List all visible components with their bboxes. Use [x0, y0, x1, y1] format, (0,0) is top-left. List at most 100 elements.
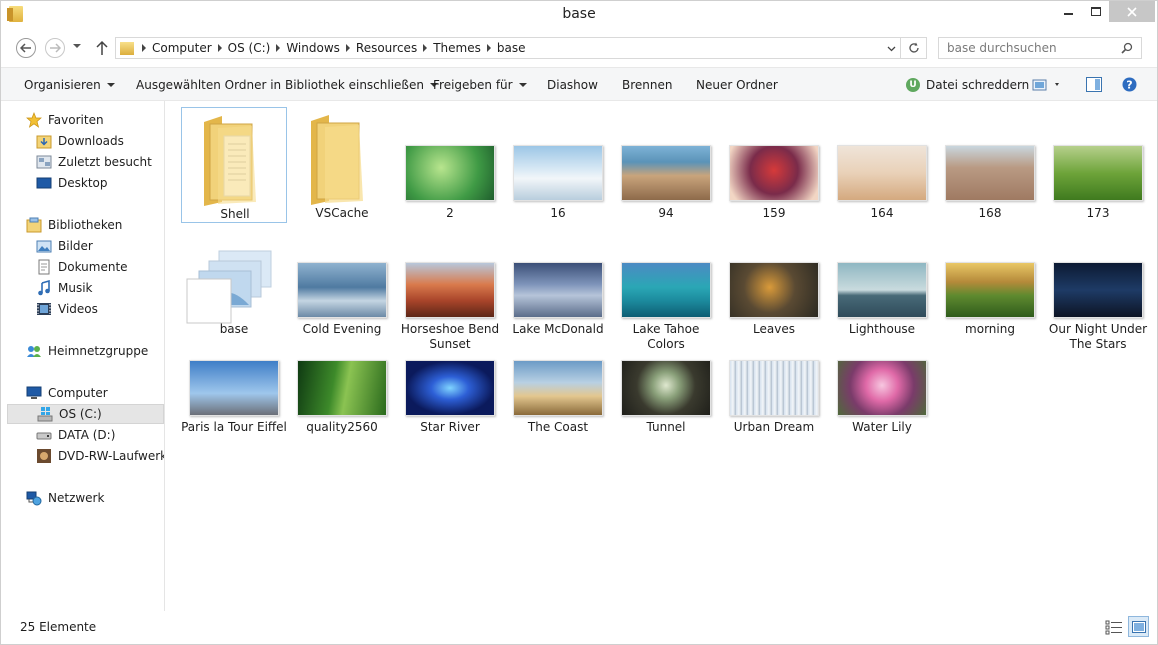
- image-item[interactable]: The Coast: [505, 345, 611, 455]
- breadcrumb-os[interactable]: OS (C:): [222, 41, 277, 55]
- sidebar-item-label: Netzwerk: [48, 491, 105, 505]
- burn-button[interactable]: Brennen: [622, 78, 672, 92]
- explorer-window: base Computer OS (C:) Windows Resources …: [0, 0, 1158, 645]
- recent-places-icon: [36, 155, 52, 169]
- sidebar-item-dvd[interactable]: DVD-RW-Laufwerk (: [7, 446, 164, 466]
- preview-pane-icon: [1086, 77, 1102, 92]
- sidebar-item-documents[interactable]: Dokumente: [7, 257, 164, 277]
- image-thumbnail: [1053, 145, 1143, 201]
- refresh-button[interactable]: [901, 37, 927, 59]
- shred-button[interactable]: U Datei schreddern: [906, 78, 1029, 92]
- folder-item[interactable]: Shell: [181, 107, 287, 223]
- breadcrumb-windows[interactable]: Windows: [280, 41, 346, 55]
- image-item[interactable]: 2: [397, 107, 503, 223]
- breadcrumb-base[interactable]: base: [491, 41, 532, 55]
- sidebar-item-label: Bibliotheken: [48, 218, 123, 232]
- image-item[interactable]: 164: [829, 107, 935, 223]
- organize-label: Organisieren: [24, 78, 101, 92]
- chevron-down-icon[interactable]: [887, 44, 896, 53]
- image-item[interactable]: 173: [1045, 107, 1151, 223]
- chevron-down-icon: [106, 83, 115, 87]
- image-item[interactable]: Tunnel: [613, 345, 719, 455]
- image-item[interactable]: Paris la Tour Eiffel: [181, 345, 287, 455]
- library-icon: [26, 217, 42, 233]
- recent-locations-dropdown[interactable]: [73, 44, 81, 48]
- image-thumbnail: [513, 360, 603, 416]
- image-item[interactable]: Star River: [397, 345, 503, 455]
- arrow-right-icon: [50, 43, 61, 53]
- image-item[interactable]: 16: [505, 107, 611, 223]
- search-input[interactable]: base durchsuchen: [938, 37, 1142, 59]
- image-item[interactable]: Leaves: [721, 247, 827, 357]
- image-item[interactable]: Water Lily: [829, 345, 935, 455]
- sidebar-item-label: Computer: [48, 386, 108, 400]
- include-library-menu[interactable]: Ausgewählten Ordner in Bibliothek einsch…: [136, 78, 438, 92]
- close-button[interactable]: [1109, 1, 1155, 22]
- navigation-pane: Favoriten Downloads Zuletzt besucht Desk…: [7, 101, 165, 611]
- folder-item[interactable]: VSCache: [289, 107, 395, 223]
- sidebar-item-recent[interactable]: Zuletzt besucht: [7, 152, 164, 172]
- sidebar-item-libraries[interactable]: Bibliotheken: [7, 215, 164, 235]
- desktop-icon: [36, 177, 52, 189]
- image-item[interactable]: 168: [937, 107, 1043, 223]
- forward-button[interactable]: [45, 38, 65, 58]
- image-thumbnail: [729, 262, 819, 318]
- breadcrumb-computer[interactable]: Computer: [146, 41, 218, 55]
- details-view-icon[interactable]: [1105, 619, 1123, 635]
- breadcrumb-themes[interactable]: Themes: [427, 41, 487, 55]
- image-item[interactable]: Urban Dream: [721, 345, 827, 455]
- sidebar-item-desktop[interactable]: Desktop: [7, 173, 164, 193]
- image-item[interactable]: 159: [721, 107, 827, 223]
- sidebar-item-pictures[interactable]: Bilder: [7, 236, 164, 256]
- sidebar-item-music[interactable]: Musik: [7, 278, 164, 298]
- share-menu[interactable]: Freigeben für: [433, 78, 527, 92]
- address-bar[interactable]: Computer OS (C:) Windows Resources Theme…: [115, 37, 901, 59]
- arrow-up-icon[interactable]: [94, 39, 110, 57]
- sidebar-item-data[interactable]: DATA (D:): [7, 425, 164, 445]
- folder-icon: [204, 116, 256, 206]
- minimize-button[interactable]: [1055, 1, 1081, 22]
- maximize-button[interactable]: [1083, 1, 1109, 22]
- item-label: Shell: [220, 207, 250, 221]
- sidebar-item-label: Heimnetzgruppe: [48, 344, 149, 358]
- image-thumbnail: [405, 262, 495, 318]
- item-label: quality2560: [306, 420, 378, 434]
- sidebar-item-favorites[interactable]: Favoriten: [7, 110, 164, 130]
- image-item[interactable]: Cold Evening: [289, 247, 395, 357]
- help-button[interactable]: ?: [1122, 77, 1137, 95]
- new-folder-button[interactable]: Neuer Ordner: [696, 78, 778, 92]
- image-thumbnail: [405, 145, 495, 201]
- sidebar-item-homegroup[interactable]: Heimnetzgruppe: [7, 341, 164, 361]
- organize-menu[interactable]: Organisieren: [24, 78, 115, 92]
- sidebar-item-videos[interactable]: Videos: [7, 299, 164, 319]
- image-item[interactable]: morning: [937, 247, 1043, 357]
- sidebar-item-os[interactable]: OS (C:): [7, 404, 164, 424]
- window-title: base: [562, 6, 596, 22]
- image-thumbnail: [297, 262, 387, 318]
- status-bar: 25 Elemente: [1, 611, 1157, 644]
- image-item[interactable]: 94: [613, 107, 719, 223]
- search-icon[interactable]: [1121, 42, 1133, 54]
- arrow-left-icon: [20, 43, 31, 53]
- preview-pane-button[interactable]: [1086, 77, 1102, 95]
- sidebar-item-computer[interactable]: Computer: [7, 383, 164, 403]
- sidebar-item-network[interactable]: Netzwerk: [7, 488, 164, 508]
- change-view-button[interactable]: [1032, 79, 1062, 94]
- image-item[interactable]: Lighthouse: [829, 247, 935, 357]
- slideshow-button[interactable]: Diashow: [547, 78, 598, 92]
- back-button[interactable]: [16, 38, 36, 58]
- image-item[interactable]: Our Night Under The Stars: [1045, 247, 1151, 357]
- image-thumbnail: [621, 360, 711, 416]
- include-library-label: Ausgewählten Ordner in Bibliothek einsch…: [136, 78, 424, 92]
- image-item[interactable]: Horseshoe Bend Sunset: [397, 247, 503, 357]
- image-item[interactable]: quality2560: [289, 345, 395, 455]
- image-item[interactable]: Lake McDonald: [505, 247, 611, 357]
- item-label: 2: [446, 206, 454, 220]
- item-label: Cold Evening: [302, 322, 382, 336]
- image-item[interactable]: Lake Tahoe Colors: [613, 247, 719, 357]
- folder-item[interactable]: base: [181, 247, 287, 357]
- large-icons-view-button[interactable]: [1128, 616, 1149, 637]
- sidebar-item-downloads[interactable]: Downloads: [7, 131, 164, 151]
- breadcrumb-resources[interactable]: Resources: [350, 41, 423, 55]
- item-label: morning: [965, 322, 1015, 336]
